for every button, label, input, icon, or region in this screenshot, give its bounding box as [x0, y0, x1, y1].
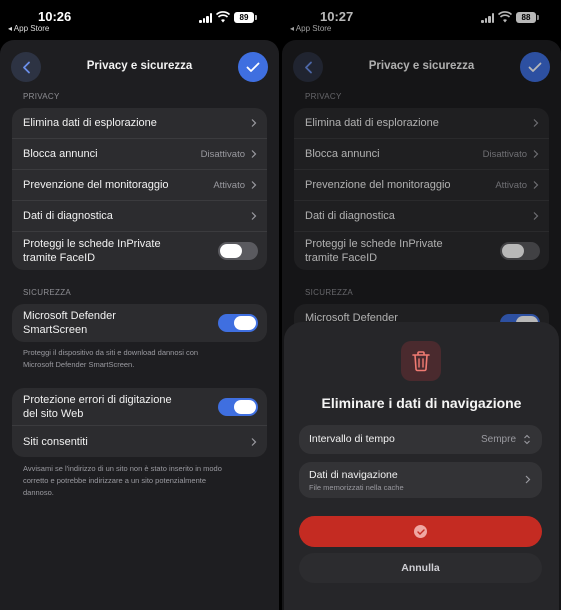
browsing-data-subtitle: File memorizzati nella cache: [309, 483, 404, 492]
row-typo-protection: Protezione errori di digitazione del sito…: [12, 388, 267, 426]
chevron-up-down-icon: [524, 434, 530, 445]
chevron-right-icon: [251, 181, 257, 189]
row-label: Blocca annunci: [23, 148, 98, 160]
trash-icon-badge: [401, 341, 441, 381]
row-inprivate-faceid: Proteggi le schede InPrivate tramite Face…: [12, 232, 267, 270]
row-label: Siti consentiti: [23, 435, 88, 448]
time-range-value: Sempre: [480, 434, 516, 445]
note-line: Microsoft Defender SmartScreen.: [23, 360, 135, 369]
section-label-privacy: PRIVACY: [23, 92, 60, 101]
row-label: Microsoft Defender SmartScreen: [23, 309, 116, 337]
privacy-group: Elimina dati di esplorazione Blocca annu…: [12, 108, 267, 270]
toggle-knob: [234, 316, 256, 330]
row-value: Attivato: [213, 179, 245, 191]
screenshot-pair: 10:26 ◂ App Store 89 Privacy e sicurezza…: [0, 0, 561, 610]
dialog-title: Eliminare i dati di navigazione: [321, 395, 522, 411]
time-range-selector[interactable]: Intervallo di tempo Sempre: [299, 425, 542, 454]
battery-indicator: 89: [234, 12, 257, 23]
row-block-ads[interactable]: Blocca annunci Disattivato: [12, 139, 267, 170]
chevron-right-icon: [525, 475, 531, 484]
note-line: Proteggi il dispositivo da siti e downlo…: [23, 348, 199, 357]
note-line: dannoso.: [23, 488, 54, 497]
typo-protection-group: Protezione errori di digitazione del sito…: [12, 388, 267, 457]
row-clear-browsing-data[interactable]: Elimina dati di esplorazione: [12, 108, 267, 139]
row-label-line2: SmartScreen: [23, 324, 88, 336]
smartscreen-toggle[interactable]: [218, 314, 258, 332]
typo-protection-toggle[interactable]: [218, 397, 258, 416]
row-tracking-prevention[interactable]: Prevenzione del monitoraggio Attivato: [12, 170, 267, 201]
status-time: 10:26: [38, 9, 72, 24]
row-label-line1: Microsoft Defender: [23, 310, 116, 322]
smartscreen-group: Microsoft Defender SmartScreen: [12, 304, 267, 342]
checkmark-icon: [414, 525, 427, 538]
cellular-signal-icon: [199, 13, 213, 23]
chevron-right-icon: [251, 437, 257, 446]
row-label: Proteggi le schede InPrivate tramite Face…: [23, 237, 161, 265]
done-button[interactable]: [238, 52, 268, 82]
status-bar: 10:26 ◂ App Store 89: [0, 0, 279, 36]
section-label-security: SICUREZZA: [23, 288, 72, 297]
row-smartscreen: Microsoft Defender SmartScreen: [12, 304, 267, 342]
checkmark-icon: [246, 62, 260, 72]
row-value: Disattivato: [200, 148, 245, 160]
row-label-line2: tramite FaceID: [23, 252, 96, 264]
browsing-data-label: Dati di navigazione: [309, 469, 398, 481]
back-to-app-store-link[interactable]: ◂ App Store: [8, 24, 49, 33]
row-label: Protezione errori di digitazione del sito…: [23, 393, 172, 421]
time-range-label: Intervallo di tempo: [309, 433, 395, 445]
row-label-line1: Proteggi le schede InPrivate: [23, 238, 161, 250]
cancel-button[interactable]: Annulla: [299, 553, 542, 583]
smartscreen-description: Proteggi il dispositivo da siti e downlo…: [23, 347, 263, 371]
row-allowed-sites[interactable]: Siti consentiti: [12, 426, 267, 457]
row-label: Elimina dati di esplorazione: [23, 117, 157, 129]
chevron-right-icon: [251, 212, 257, 220]
wifi-icon: [216, 11, 230, 23]
row-label-line1: Protezione errori di digitazione: [23, 393, 172, 406]
note-line: corretto e potrebbe indirizzare a un sit…: [23, 476, 207, 485]
row-label: Prevenzione del monitoraggio: [23, 179, 169, 191]
note-line: Avvisami se l'indirizzo di un sito non è…: [23, 464, 222, 473]
clear-data-dialog: Eliminare i dati di navigazione Interval…: [284, 322, 559, 610]
phone-left: 10:26 ◂ App Store 89 Privacy e sicurezza…: [0, 0, 279, 610]
trash-icon: [412, 351, 430, 372]
settings-sheet: Privacy e sicurezza PRIVACY Elimina dati…: [0, 40, 279, 610]
toggle-knob: [220, 244, 242, 258]
browsing-data-selector[interactable]: Dati di navigazione File memorizzati nel…: [299, 462, 542, 498]
typo-protection-description: Avvisami se l'indirizzo di un sito non è…: [23, 463, 263, 499]
row-label: Dati di diagnostica: [23, 210, 113, 222]
chevron-right-icon: [251, 150, 257, 158]
phone-right: 10:27 ◂ App Store 88 Privacy e sicurezza…: [282, 0, 561, 610]
chevron-right-icon: [251, 119, 257, 127]
row-diagnostic-data[interactable]: Dati di diagnostica: [12, 201, 267, 232]
row-label-line2: del sito Web: [23, 407, 84, 420]
nav-bar: Privacy e sicurezza: [0, 52, 279, 82]
confirm-delete-button[interactable]: [299, 516, 542, 547]
toggle-knob: [234, 399, 256, 414]
inprivate-faceid-toggle[interactable]: [218, 242, 258, 260]
